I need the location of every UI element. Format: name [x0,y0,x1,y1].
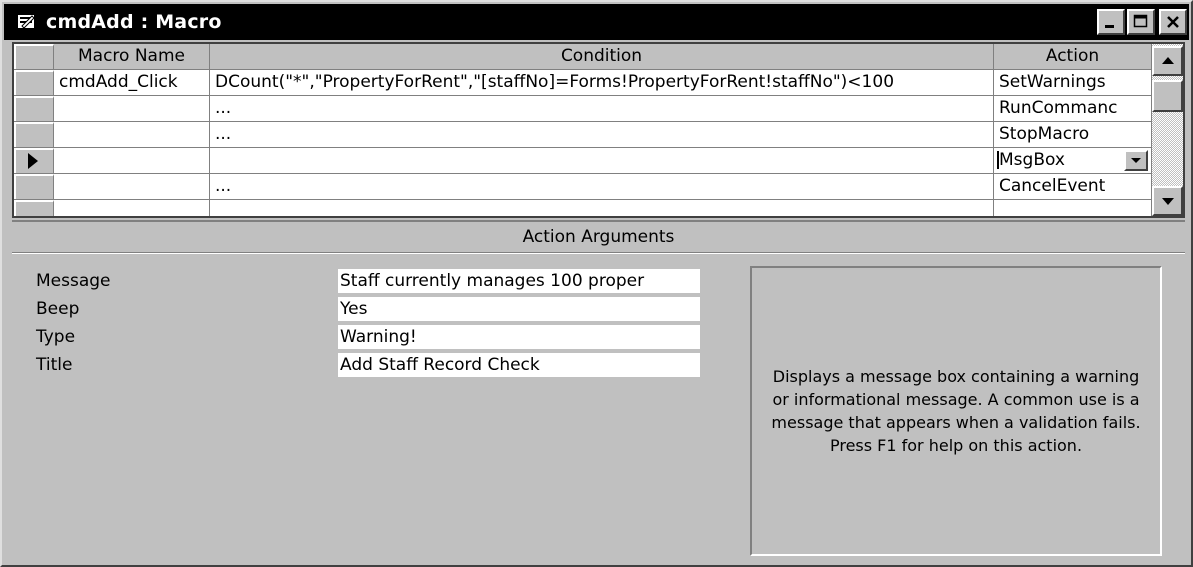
minimize-icon [1105,25,1114,28]
title-field[interactable]: Add Staff Record Check [338,353,700,377]
header-action[interactable]: Action [994,44,1152,69]
header-condition[interactable]: Condition [210,44,994,69]
row-selector-current[interactable] [14,148,54,173]
action-cell[interactable]: RunCommanc [994,96,1152,121]
current-record-arrow-icon [28,153,38,169]
action-arguments-heading: Action Arguments [522,227,675,247]
action-cell[interactable]: StopMacro [994,122,1152,147]
action-cell[interactable] [994,200,1152,216]
argument-label: Type [36,327,76,347]
table-row: cmdAdd_Click DCount("*","PropertyForRent… [14,70,1152,96]
table-row: ... StopMacro [14,122,1152,148]
scroll-up-button[interactable] [1152,46,1183,76]
argument-label: Title [36,355,73,375]
pane-divider[interactable] [12,220,1185,222]
row-selector[interactable] [14,174,54,199]
condition-cell[interactable] [210,200,994,216]
close-button[interactable] [1159,9,1187,35]
action-combo[interactable]: MsgBox [994,148,1152,173]
condition-cell[interactable]: ... [210,174,994,199]
condition-cell[interactable] [210,148,994,173]
row-selector[interactable] [14,122,54,147]
macro-window: cmdAdd : Macro Macro Name Condition Acti… [0,0,1193,567]
header-macro-name[interactable]: Macro Name [54,44,210,69]
scroll-down-button[interactable] [1152,186,1183,216]
action-cell[interactable]: SetWarnings [994,70,1152,95]
macro-name-cell[interactable] [54,122,210,147]
close-icon [1167,16,1179,28]
argument-row-message: Message Staff currently manages 100 prop… [36,268,736,294]
type-field[interactable]: Warning! [338,325,700,349]
macro-name-cell[interactable] [54,200,210,216]
table-row-partial [14,200,1152,216]
help-panel: Displays a message box containing a warn… [750,266,1162,556]
condition-cell[interactable]: DCount("*","PropertyForRent","[staffNo]=… [210,70,994,95]
argument-row-type: Type Warning! [36,324,736,350]
divider [12,252,1185,254]
row-selector[interactable] [14,200,54,216]
argument-label: Message [36,271,111,291]
grid-header-row: Macro Name Condition Action [14,44,1152,70]
argument-label: Beep [36,299,80,319]
maximize-button[interactable] [1127,9,1155,35]
table-row: ... RunCommanc [14,96,1152,122]
action-cell[interactable]: CancelEvent [994,174,1152,199]
macro-name-cell[interactable] [54,148,210,173]
condition-cell[interactable]: ... [210,96,994,121]
help-text: Displays a message box containing a warn… [771,367,1141,455]
beep-field[interactable]: Yes [338,297,700,321]
macro-icon [16,12,38,32]
macro-name-cell[interactable] [54,174,210,199]
row-selector[interactable] [14,96,54,121]
maximize-icon [1133,14,1148,28]
window-title: cmdAdd : Macro [46,11,222,33]
action-combo-value: MsgBox [999,150,1065,170]
condition-cell[interactable]: ... [210,122,994,147]
title-bar[interactable]: cmdAdd : Macro [4,4,1189,40]
row-selector[interactable] [14,70,54,95]
argument-row-title: Title Add Staff Record Check [36,352,736,378]
action-dropdown-button[interactable] [1124,150,1148,171]
macro-name-cell[interactable]: cmdAdd_Click [54,70,210,95]
select-all-cell[interactable] [14,44,54,69]
scroll-thumb[interactable] [1152,80,1183,112]
message-field[interactable]: Staff currently manages 100 proper [338,269,700,293]
macro-grid: Macro Name Condition Action cmdAdd_Click… [12,42,1185,218]
macro-name-cell[interactable] [54,96,210,121]
table-row-current: MsgBox [14,148,1152,174]
argument-row-beep: Beep Yes [36,296,736,322]
vertical-scrollbar[interactable] [1152,44,1183,216]
table-row: ... CancelEvent [14,174,1152,200]
minimize-button[interactable] [1097,9,1125,35]
